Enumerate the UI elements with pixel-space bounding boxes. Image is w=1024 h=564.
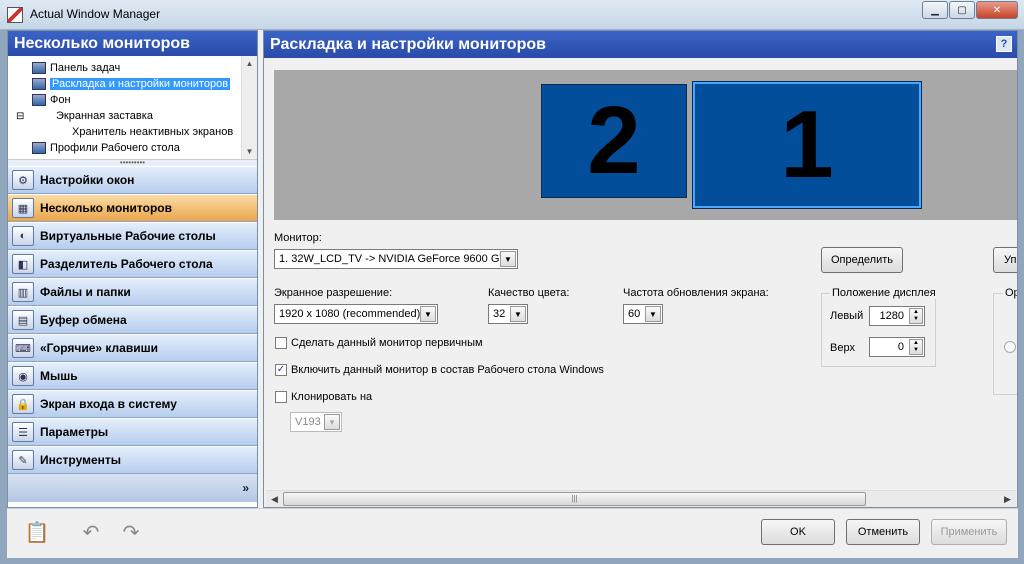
- chevron-down-icon: ▼: [645, 306, 661, 322]
- ok-button[interactable]: OK: [761, 519, 835, 545]
- undo-icon[interactable]: ↶: [77, 519, 105, 545]
- tree-item-monitor-layout[interactable]: Раскладка и настройки мониторов: [32, 76, 231, 92]
- chevron-down-icon: ▼: [510, 306, 526, 322]
- orientation-title: Ор: [1003, 287, 1017, 299]
- virtual-desktops-icon: ◐: [12, 226, 34, 246]
- scroll-up-icon[interactable]: ▲: [242, 56, 257, 72]
- nav-virtual-desktops[interactable]: ◐ Виртуальные Рабочие столы: [8, 222, 257, 250]
- tree-item-taskbar[interactable]: Панель задач: [32, 60, 120, 76]
- scroll-down-icon[interactable]: ▼: [242, 144, 257, 159]
- horizontal-scrollbar[interactable]: ◀ ||| ▶: [266, 490, 1016, 507]
- taskbar-icon: [32, 62, 46, 74]
- chevron-down-icon: ▼: [420, 306, 436, 322]
- app-icon: [7, 7, 23, 23]
- scroll-right-icon[interactable]: ▶: [999, 491, 1016, 507]
- checkbox-icon: [275, 391, 287, 403]
- tree-item-desktop-profiles[interactable]: Профили Рабочего стола: [32, 140, 180, 156]
- nav-list: ⚙ Настройки окон ▦ Несколько мониторов ◐ Ви…: [8, 166, 257, 474]
- monitor-label: Монитор:: [274, 232, 322, 244]
- clone-target-select[interactable]: V193 ▼: [290, 412, 342, 432]
- hotkeys-icon: ⌨: [12, 338, 34, 358]
- clone-checkbox[interactable]: Клонировать на: [275, 391, 372, 403]
- spinner-arrows-icon[interactable]: ▲ ▼: [909, 308, 923, 324]
- collapse-icon[interactable]: ⊟: [16, 111, 26, 122]
- include-monitor-checkbox[interactable]: ✓ Включить данный монитор в состав Рабоч…: [275, 364, 604, 376]
- chevron-down-icon: ▼: [324, 414, 340, 430]
- tree-item-inactive-screen-keeper[interactable]: Хранитель неактивных экранов: [72, 124, 233, 140]
- options-icon: ☰: [12, 422, 34, 442]
- checkbox-icon: [275, 337, 287, 349]
- wallpaper-icon: [32, 94, 46, 106]
- primary-monitor-checkbox[interactable]: Сделать данный монитор первичным: [275, 337, 483, 349]
- monitors-icon: [32, 78, 46, 90]
- chevron-down-icon: ▼: [500, 251, 516, 267]
- monitor-1-tile[interactable]: 1: [693, 82, 921, 208]
- page-title: Раскладка и настройки мониторов ?: [264, 31, 1017, 58]
- top-position-label: Верх: [830, 342, 855, 354]
- refresh-rate-select[interactable]: 60 ▼: [623, 304, 663, 324]
- tools-icon: ✎: [12, 450, 34, 470]
- client-area: Несколько мониторов Панель задач Расклад…: [7, 30, 1018, 508]
- logon-screen-icon: 🔒: [12, 394, 34, 414]
- color-quality-label: Качество цвета:: [488, 287, 570, 299]
- left-panel-title: Несколько мониторов: [8, 31, 257, 56]
- spinner-arrows-icon[interactable]: ▲ ▼: [909, 339, 923, 355]
- refresh-rate-label: Частота обновления экрана:: [623, 287, 769, 299]
- nav-logon-screen[interactable]: 🔒 Экран входа в систему: [8, 390, 257, 418]
- window-settings-icon: ⚙: [12, 170, 34, 190]
- identify-button[interactable]: Определить: [821, 247, 903, 273]
- multi-monitor-icon: ▦: [12, 198, 34, 218]
- redo-icon[interactable]: ↷: [117, 519, 145, 545]
- monitor-2-tile[interactable]: 2: [541, 84, 687, 198]
- minimize-button[interactable]: ▁: [922, 1, 948, 19]
- resolution-select[interactable]: 1920 x 1080 (recommended) ▼: [274, 304, 438, 324]
- help-icon[interactable]: ?: [996, 36, 1012, 52]
- nav-files-folders[interactable]: ▥ Файлы и папки: [8, 278, 257, 306]
- window-controls: ▁ ▢ ✕: [921, 1, 1018, 19]
- clipboard-icon: ▤: [12, 310, 34, 330]
- left-position-spinner[interactable]: 1280 ▲ ▼: [869, 306, 925, 326]
- cut-off-button[interactable]: Уп: [993, 247, 1017, 273]
- checkmark-icon: ✓: [275, 364, 287, 376]
- nav-window-settings[interactable]: ⚙ Настройки окон: [8, 166, 257, 194]
- apply-button[interactable]: Применить: [931, 519, 1007, 545]
- resolution-label: Экранное разрешение:: [274, 287, 393, 299]
- more-chevron-icon[interactable]: »: [8, 474, 257, 502]
- tree-scrollbar[interactable]: ▲ ▼: [241, 56, 257, 159]
- cancel-button[interactable]: Отменить: [846, 519, 920, 545]
- display-position-title: Положение дисплея: [830, 287, 938, 299]
- nav-multi-monitor[interactable]: ▦ Несколько мониторов: [8, 194, 257, 222]
- scroll-left-icon[interactable]: ◀: [266, 491, 283, 507]
- monitor-select[interactable]: 1. 32W_LCD_TV -> NVIDIA GeForce 9600 GT …: [274, 249, 518, 269]
- title-bar: Actual Window Manager ▁ ▢ ✕: [0, 0, 1024, 30]
- nav-desktop-divider[interactable]: ◧ Разделитель Рабочего стола: [8, 250, 257, 278]
- left-panel: Несколько мониторов Панель задач Расклад…: [7, 30, 258, 508]
- orientation-radio[interactable]: [1004, 341, 1016, 353]
- color-quality-select[interactable]: 32 ▼: [488, 304, 528, 324]
- monitor-layout-preview: 2 1: [274, 70, 1017, 220]
- desktop-divider-icon: ◧: [12, 254, 34, 274]
- tree-item-screensaver[interactable]: ⊟ Экранная заставка: [16, 108, 153, 124]
- nav-options[interactable]: ☰ Параметры: [8, 418, 257, 446]
- top-position-spinner[interactable]: 0 ▲ ▼: [869, 337, 925, 357]
- close-button[interactable]: ✕: [976, 1, 1018, 19]
- nav-tools[interactable]: ✎ Инструменты: [8, 446, 257, 474]
- help-book-icon[interactable]: 📋: [23, 519, 51, 545]
- mouse-icon: ◉: [12, 366, 34, 386]
- bottom-bar: 📋 ↶ ↷ OK Отменить Применить: [7, 508, 1018, 558]
- settings-tree: Панель задач Раскладка и настройки монит…: [8, 56, 257, 160]
- tree-item-wallpaper[interactable]: Фон: [32, 92, 71, 108]
- nav-mouse[interactable]: ◉ Мышь: [8, 362, 257, 390]
- folders-icon: ▥: [12, 282, 34, 302]
- right-panel: Раскладка и настройки мониторов ? 2 1 Мо…: [263, 30, 1018, 508]
- maximize-button[interactable]: ▢: [949, 1, 975, 19]
- nav-hotkeys[interactable]: ⌨ «Горячие» клавиши: [8, 334, 257, 362]
- left-position-label: Левый: [830, 310, 864, 322]
- window-title: Actual Window Manager: [30, 7, 161, 21]
- nav-clipboard[interactable]: ▤ Буфер обмена: [8, 306, 257, 334]
- desktop-profiles-icon: [32, 142, 46, 154]
- scroll-thumb[interactable]: |||: [283, 492, 866, 506]
